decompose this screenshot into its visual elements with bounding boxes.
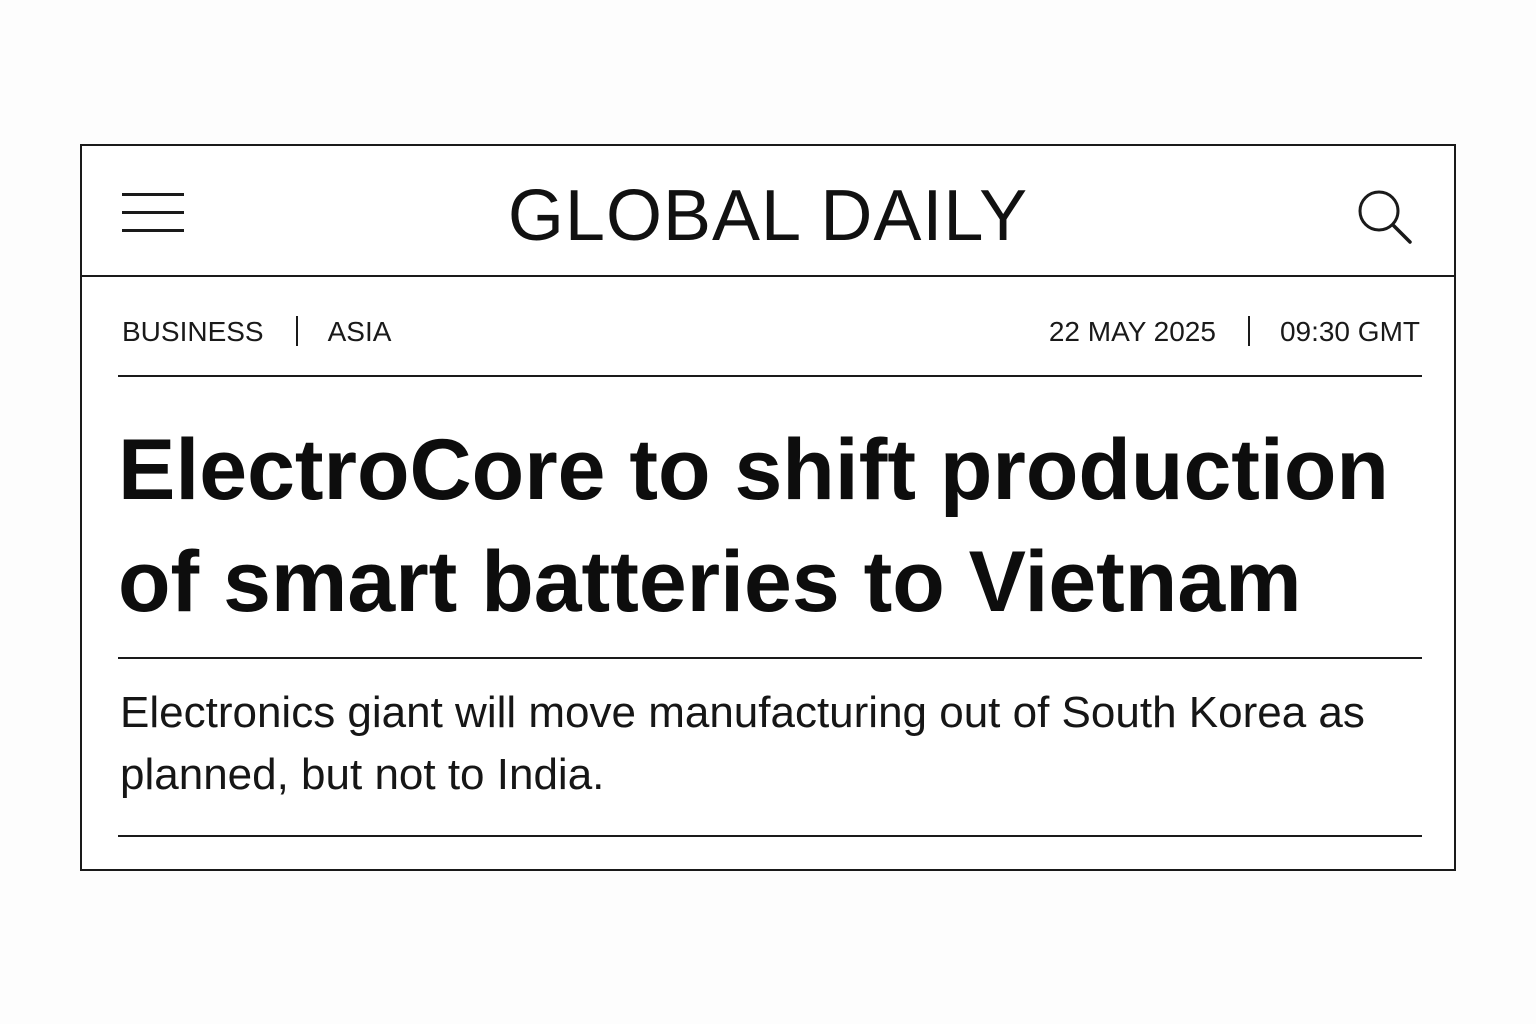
article-standfirst: Electronics giant will move manufacturin…	[120, 688, 1365, 799]
meta-divider	[1247, 316, 1250, 346]
meta-divider	[295, 316, 298, 346]
search-icon[interactable]	[1354, 186, 1414, 246]
masthead: GLOBAL DAILY	[82, 146, 1454, 277]
publish-time: 09:30 GMT	[1279, 316, 1420, 347]
article-meta: BUSINESS ASIA 22 MAY 2025 09:30 GMT	[118, 314, 1422, 350]
divider-rule	[118, 375, 1422, 377]
publish-date: 22 MAY 2025	[1048, 316, 1216, 347]
section-link[interactable]: BUSINESS	[122, 316, 264, 347]
publish-info: 22 MAY 2025 09:30 GMT	[1049, 314, 1420, 350]
region-link[interactable]: ASIA	[328, 316, 392, 347]
divider-rule	[118, 657, 1422, 659]
category-breadcrumb: BUSINESS ASIA	[122, 314, 391, 350]
article-headline[interactable]: ElectroCore to shift production of smart…	[118, 414, 1438, 638]
site-logo[interactable]: GLOBAL DAILY	[82, 176, 1454, 256]
search-icon-glyph	[1358, 190, 1412, 244]
article-card: GLOBAL DAILY BUSINESS ASIA 22 MAY 2025 09:…	[80, 144, 1456, 871]
divider-rule	[118, 835, 1422, 837]
